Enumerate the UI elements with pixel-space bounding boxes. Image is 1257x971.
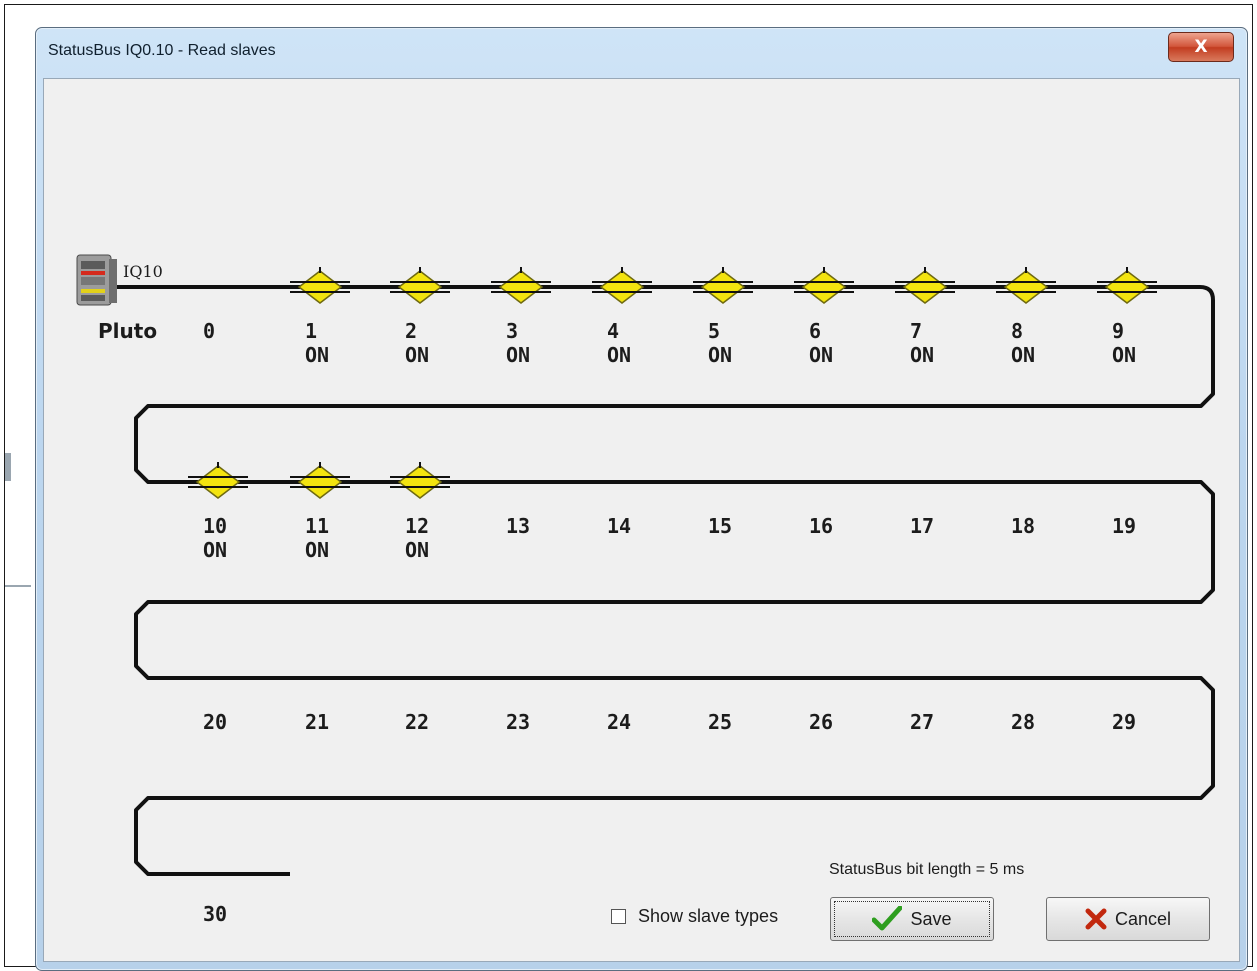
slave-7-label: 7 ON: [910, 319, 934, 367]
slave-13-label: 13: [506, 514, 530, 538]
slave-number: 10: [203, 514, 228, 538]
slave-number: 29: [1112, 710, 1137, 734]
slave-state: ON: [203, 538, 228, 562]
title-bar[interactable]: StatusBus IQ0.10 - Read slaves X: [36, 28, 1247, 78]
green-checkmark-icon: [872, 906, 903, 931]
slave-number: 28: [1011, 710, 1036, 734]
slave-number: 26: [809, 710, 834, 734]
slave-2-label: 2 ON: [405, 319, 429, 367]
close-x-icon: X: [1194, 37, 1208, 57]
save-label: Save: [910, 908, 952, 929]
slave-state: ON: [405, 538, 430, 562]
slave-number: 27: [910, 710, 935, 734]
slave-number: 4: [607, 319, 620, 343]
slave-number: 12: [405, 514, 430, 538]
slave-15-label: 15: [708, 514, 732, 538]
slave-number: 15: [708, 514, 733, 538]
slave-number: 22: [405, 710, 430, 734]
slave-9-label: 9 ON: [1112, 319, 1136, 367]
slave-state: ON: [1112, 343, 1137, 367]
cancel-label: Cancel: [1114, 908, 1172, 929]
slave-state: ON: [1011, 343, 1036, 367]
slave-16-label: 16: [809, 514, 833, 538]
slave-number: 2: [405, 319, 418, 343]
slave-state: ON: [405, 343, 430, 367]
show-slave-types-checkbox[interactable]: Show slave types: [611, 906, 778, 927]
slave-23-label: 23: [506, 710, 530, 734]
slave-21-label: 21: [305, 710, 329, 734]
slave-number: 30: [203, 902, 228, 926]
slave-20-label: 20: [203, 710, 227, 734]
slave-number: 16: [809, 514, 834, 538]
slave-state: ON: [910, 343, 935, 367]
slave-4-label: 4 ON: [607, 319, 631, 367]
slave-number: 14: [607, 514, 632, 538]
cancel-button[interactable]: Cancel: [1046, 897, 1210, 941]
controller-name-label: Pluto: [98, 319, 158, 343]
slave-number: 23: [506, 710, 531, 734]
slave-26-label: 26: [809, 710, 833, 734]
controller-id-label: IQ10: [123, 262, 163, 281]
slave-18-label: 18: [1011, 514, 1035, 538]
background-window-edge: [5, 585, 31, 587]
slave-number: 6: [809, 319, 822, 343]
window-title: StatusBus IQ0.10 - Read slaves: [48, 42, 276, 59]
slave-number: 7: [910, 319, 923, 343]
slave-state: ON: [305, 538, 330, 562]
slave-number: 24: [607, 710, 632, 734]
slave-state: ON: [607, 343, 632, 367]
slave-number: 8: [1011, 319, 1024, 343]
red-x-icon: [1085, 908, 1107, 930]
slave-12-label: 12 ON: [405, 514, 429, 562]
checkbox-box[interactable]: [611, 909, 626, 924]
slave-14-label: 14: [607, 514, 631, 538]
slave-6-label: 6 ON: [809, 319, 833, 367]
slave-29-label: 29: [1112, 710, 1136, 734]
slave-30-label: 30: [203, 902, 227, 926]
slave-11-label: 11 ON: [305, 514, 329, 562]
slave-22-label: 22: [405, 710, 429, 734]
slave-number: 18: [1011, 514, 1036, 538]
slave-number: 25: [708, 710, 733, 734]
slave-number: 9: [1112, 319, 1125, 343]
slave-state: ON: [708, 343, 733, 367]
slave-1-label: 1 ON: [305, 319, 329, 367]
close-button[interactable]: X: [1168, 32, 1234, 62]
background-window-edge: [5, 453, 11, 481]
slave-number: 5: [708, 319, 721, 343]
slave-number: 3: [506, 319, 519, 343]
slave-5-label: 5 ON: [708, 319, 732, 367]
slave-state: ON: [809, 343, 834, 367]
slave-number: 13: [506, 514, 531, 538]
slave-3-label: 3 ON: [506, 319, 530, 367]
slave-0-label: 0: [203, 319, 215, 343]
slave-number: 21: [305, 710, 330, 734]
slave-8-label: 8 ON: [1011, 319, 1035, 367]
slave-number: 0: [203, 319, 216, 343]
slave-24-label: 24: [607, 710, 631, 734]
slave-17-label: 17: [910, 514, 934, 538]
show-slave-types-label: Show slave types: [638, 906, 779, 926]
slave-number: 17: [910, 514, 935, 538]
slave-28-label: 28: [1011, 710, 1035, 734]
read-slaves-dialog: StatusBus IQ0.10 - Read slaves X IQ10 Pl…: [35, 27, 1248, 971]
save-button[interactable]: Save: [830, 897, 994, 941]
slave-number: 20: [203, 710, 228, 734]
slave-25-label: 25: [708, 710, 732, 734]
slave-27-label: 27: [910, 710, 934, 734]
slave-19-label: 19: [1112, 514, 1136, 538]
slave-number: 19: [1112, 514, 1137, 538]
slave-number: 1: [305, 319, 318, 343]
slave-number: 11: [305, 514, 330, 538]
slave-10-label: 10 ON: [203, 514, 227, 562]
screenshot-frame: StatusBus IQ0.10 - Read slaves X IQ10 Pl…: [4, 4, 1253, 971]
slave-state: ON: [506, 343, 531, 367]
pluto-plc-icon: [75, 251, 119, 309]
bus-diagram-area: IQ10 Pluto 0 1 ON 2 ON 3 ON 4 ON 5 ON 6 ON 7 ON 8 ON 9 ON 1…: [43, 78, 1240, 962]
bit-length-text: StatusBus bit length = 5 ms: [829, 861, 1025, 878]
slave-state: ON: [305, 343, 330, 367]
